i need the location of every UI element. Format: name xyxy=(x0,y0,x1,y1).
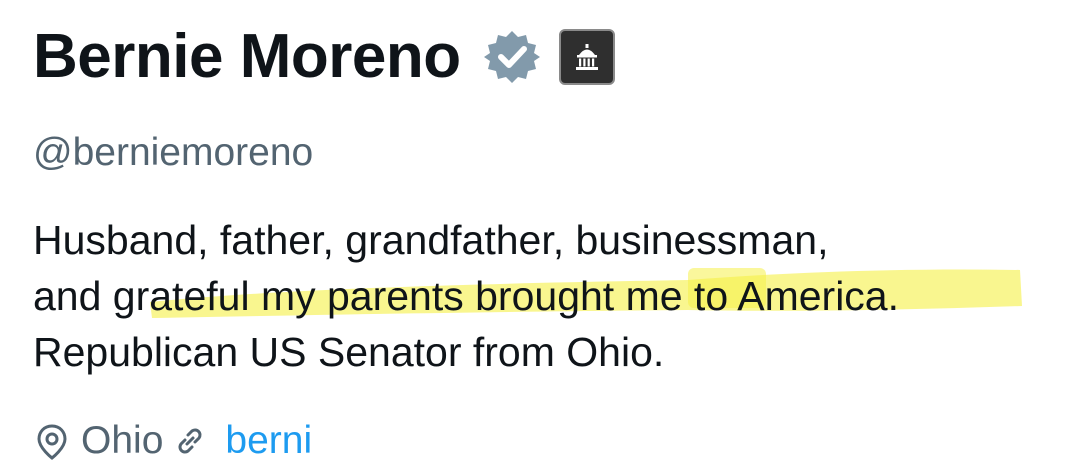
verified-badge-icon[interactable] xyxy=(483,28,541,86)
profile-handle: @berniemoreno xyxy=(33,131,314,174)
bio-line: Husband, father, grandfather, businessma… xyxy=(33,217,829,263)
government-building-icon[interactable] xyxy=(558,29,615,85)
bio-line: Republican US Senator from Ohio. xyxy=(33,329,665,375)
display-name: Bernie Moreno xyxy=(33,22,461,91)
bio-line: and grateful my parents brought me to Am… xyxy=(33,273,900,319)
profile-website-link[interactable]: berni xyxy=(225,418,312,464)
profile-bio: Husband, father, grandfather, businessma… xyxy=(33,212,1053,380)
profile-meta-row: Ohio berni xyxy=(33,418,312,464)
link-icon xyxy=(171,422,209,460)
profile-name-row: Bernie Moreno xyxy=(33,22,615,92)
location-pin-icon xyxy=(33,422,71,460)
profile-location: Ohio xyxy=(81,419,164,462)
